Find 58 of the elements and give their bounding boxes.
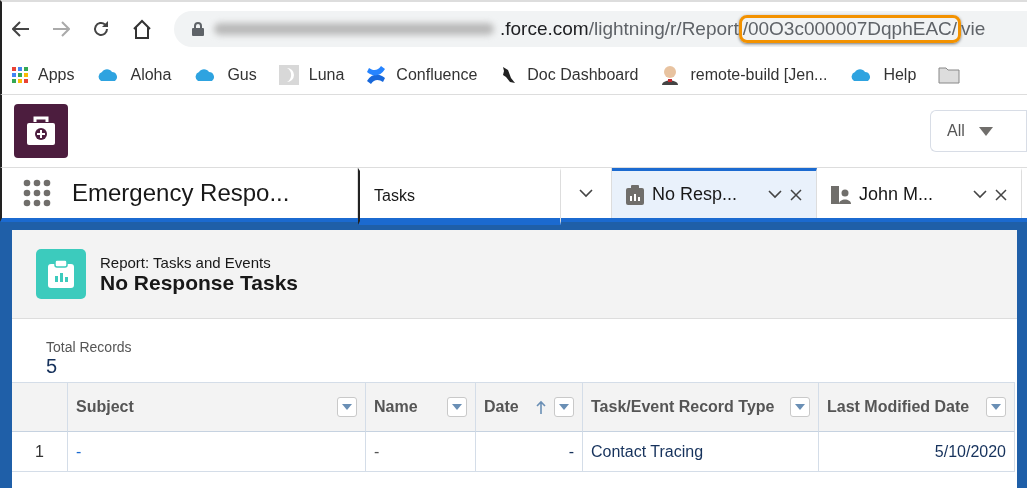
home-icon[interactable] [132,19,152,39]
dropdown-triangle-icon [795,404,805,410]
app-name: Emergency Respo... [72,168,358,218]
apps-grid-icon [12,67,28,83]
report-icon [36,249,86,299]
reload-icon[interactable] [92,20,110,38]
workspace-tab[interactable]: No Resp... [612,168,817,218]
bookmark[interactable]: Doc Dashboard [527,66,639,84]
bookmark[interactable]: Help [883,66,917,84]
confluence-icon [366,65,387,85]
bookmark[interactable]: Aloha [130,66,172,84]
table-cell: - [366,432,476,472]
report-type: Report: Tasks and Events [100,253,272,271]
dropdown-triangle-icon [559,404,569,410]
chevron-down-icon[interactable] [579,188,593,198]
folder-icon [938,66,961,84]
dropdown-triangle-icon [342,404,352,410]
table-cell[interactable]: - [68,432,366,472]
lock-icon [192,22,204,36]
chevron-down-icon[interactable] [973,190,987,199]
report-title: No Response Tasks [100,270,298,295]
medical-kit-icon[interactable] [14,104,68,158]
app-launcher-icon[interactable] [23,179,51,207]
address-bar[interactable]: .force.com/lightning/r/Report /00O3c000007DqphEAC/ vie [174,11,1027,47]
dropdown-triangle-icon [991,404,1001,410]
column-menu-button[interactable] [790,397,810,417]
column-menu-button[interactable] [337,397,357,417]
table-cell: - [476,432,583,472]
close-icon[interactable] [790,188,802,201]
bookmark[interactable]: Apps [38,66,75,84]
back-icon[interactable] [12,21,30,37]
column-header[interactable]: Task/Event Record Type [583,382,819,432]
table-cell: 5/10/2020 [819,432,1015,472]
building-person-icon [831,185,851,204]
highlighted-url-segment: /00O3c000007DqphEAC/ [738,15,962,43]
total-records-value: 5 [46,355,59,378]
bookmark[interactable]: Luna [308,66,345,84]
table-cell[interactable]: Contact Tracing [583,432,819,472]
column-menu-button[interactable] [986,397,1006,417]
column-header[interactable]: Last Modified Date [819,382,1015,432]
dropdown-triangle-icon [452,404,462,410]
dropdown-triangle-icon [978,126,993,136]
workspace-tab[interactable]: John M... [817,168,1022,218]
row-number: 1 [12,432,68,472]
bookmark[interactable]: remote-build [Jen... [690,66,828,84]
person-icon [660,65,681,85]
column-menu-button[interactable] [447,397,467,417]
bookmark[interactable]: Gus [227,66,257,84]
column-menu-button[interactable] [554,397,574,417]
column-header[interactable]: Date [476,382,583,432]
moon-icon [278,65,299,85]
total-records-label: Total Records [46,339,133,355]
clipboard-chart-icon [626,184,644,205]
column-header[interactable]: Subject [68,382,366,432]
close-icon[interactable] [995,188,1007,201]
chevron-down-icon[interactable] [768,190,782,199]
bookmark[interactable]: Confluence [396,66,478,84]
column-header[interactable]: Name [366,382,476,432]
